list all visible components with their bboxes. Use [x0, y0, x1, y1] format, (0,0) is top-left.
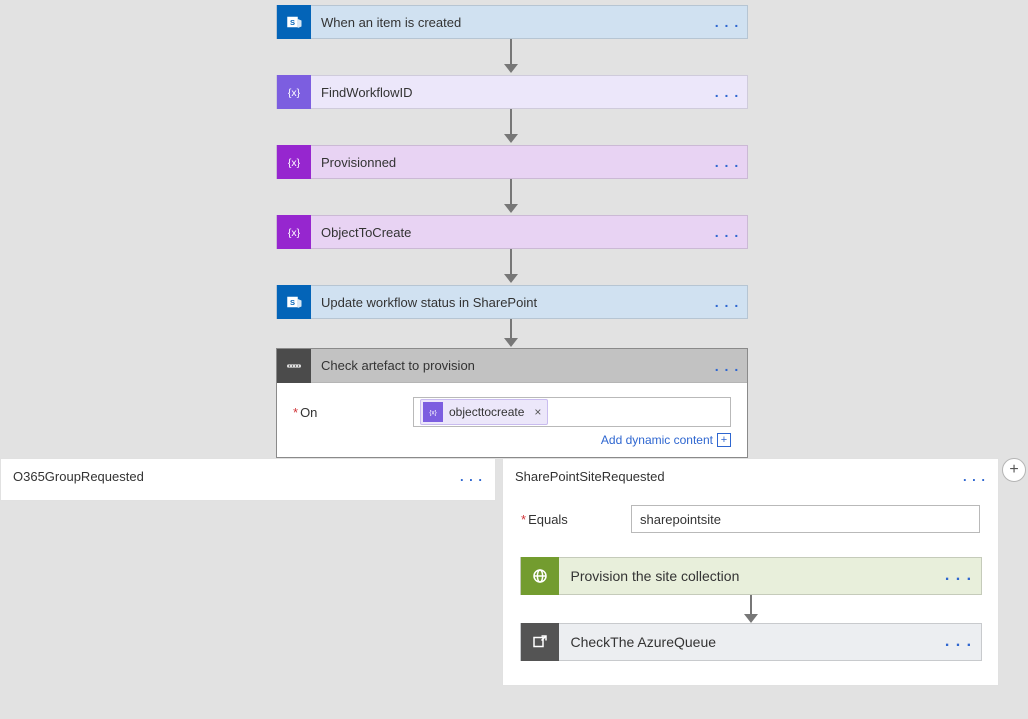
step-title: When an item is created: [311, 15, 707, 30]
step-menu-button[interactable]: . . .: [707, 14, 747, 30]
case-menu-button[interactable]: . . .: [963, 469, 986, 484]
flow-arrow: [744, 595, 758, 623]
svg-text:{x}: {x}: [429, 410, 437, 417]
add-dynamic-content-link[interactable]: Add dynamic content +: [293, 427, 731, 449]
switch-icon: [277, 349, 311, 383]
variable-icon: {x}: [423, 402, 443, 422]
remove-token-button[interactable]: ×: [534, 405, 541, 419]
provision-site-step[interactable]: Provision the site collection . . .: [520, 557, 982, 595]
variable-icon: {x}: [277, 145, 311, 179]
step-title: Provision the site collection: [559, 568, 937, 584]
step-title: FindWorkflowID: [311, 85, 707, 100]
update-status-step[interactable]: S Update workflow status in SharePoint .…: [276, 285, 748, 319]
equals-input[interactable]: [631, 505, 980, 533]
step-title: CheckThe AzureQueue: [559, 634, 937, 650]
loop-icon: [521, 623, 559, 661]
expression-token[interactable]: {x} objecttocreate ×: [420, 399, 548, 425]
case-menu-button[interactable]: . . .: [460, 469, 483, 484]
switch-step[interactable]: Check artefact to provision . . . On {x}…: [276, 348, 748, 458]
svg-text:{x}: {x}: [288, 87, 301, 99]
sharepoint-icon: S: [277, 285, 311, 319]
case-equals-row: Equals: [521, 505, 980, 533]
switch-on-label: On: [293, 405, 403, 420]
objecttocreate-step[interactable]: {x} ObjectToCreate . . .: [276, 215, 748, 249]
sharepoint-icon: S: [277, 5, 311, 39]
add-case-button[interactable]: +: [1002, 458, 1026, 482]
step-title: ObjectToCreate: [311, 225, 707, 240]
svg-text:{x}: {x}: [288, 227, 301, 239]
step-menu-button[interactable]: . . .: [937, 567, 981, 585]
equals-label: Equals: [521, 512, 631, 527]
step-menu-button[interactable]: . . .: [937, 633, 981, 651]
svg-text:S: S: [290, 18, 295, 27]
step-title: Provisionned: [311, 155, 707, 170]
step-menu-button[interactable]: . . .: [707, 224, 747, 240]
switch-header[interactable]: Check artefact to provision . . .: [277, 349, 747, 383]
step-title: Update workflow status in SharePoint: [311, 295, 707, 310]
case-title: O365GroupRequested: [13, 469, 144, 484]
http-icon: [521, 557, 559, 595]
case-sharepointsite[interactable]: SharePointSiteRequested . . . Equals Pro…: [502, 458, 999, 686]
case-o365group[interactable]: O365GroupRequested . . .: [0, 458, 496, 501]
svg-text:{x}: {x}: [288, 157, 301, 169]
step-menu-button[interactable]: . . .: [707, 154, 747, 170]
trigger-step[interactable]: S When an item is created . . .: [276, 5, 748, 39]
switch-title: Check artefact to provision: [311, 358, 707, 373]
step-menu-button[interactable]: . . .: [707, 358, 747, 374]
switch-body: On {x} objecttocreate × Add dynamic cont…: [277, 383, 747, 457]
variable-icon: {x}: [277, 75, 311, 109]
variable-icon: {x}: [277, 215, 311, 249]
switch-on-input[interactable]: {x} objecttocreate ×: [413, 397, 731, 427]
findworkflowid-step[interactable]: {x} FindWorkflowID . . .: [276, 75, 748, 109]
step-menu-button[interactable]: . . .: [707, 294, 747, 310]
token-label: objecttocreate: [449, 405, 524, 419]
plus-icon: +: [717, 433, 731, 447]
svg-text:S: S: [290, 298, 295, 307]
step-menu-button[interactable]: . . .: [707, 84, 747, 100]
case-title: SharePointSiteRequested: [515, 469, 665, 484]
check-azurequeue-step[interactable]: CheckThe AzureQueue . . .: [520, 623, 982, 661]
provisionned-step[interactable]: {x} Provisionned . . .: [276, 145, 748, 179]
